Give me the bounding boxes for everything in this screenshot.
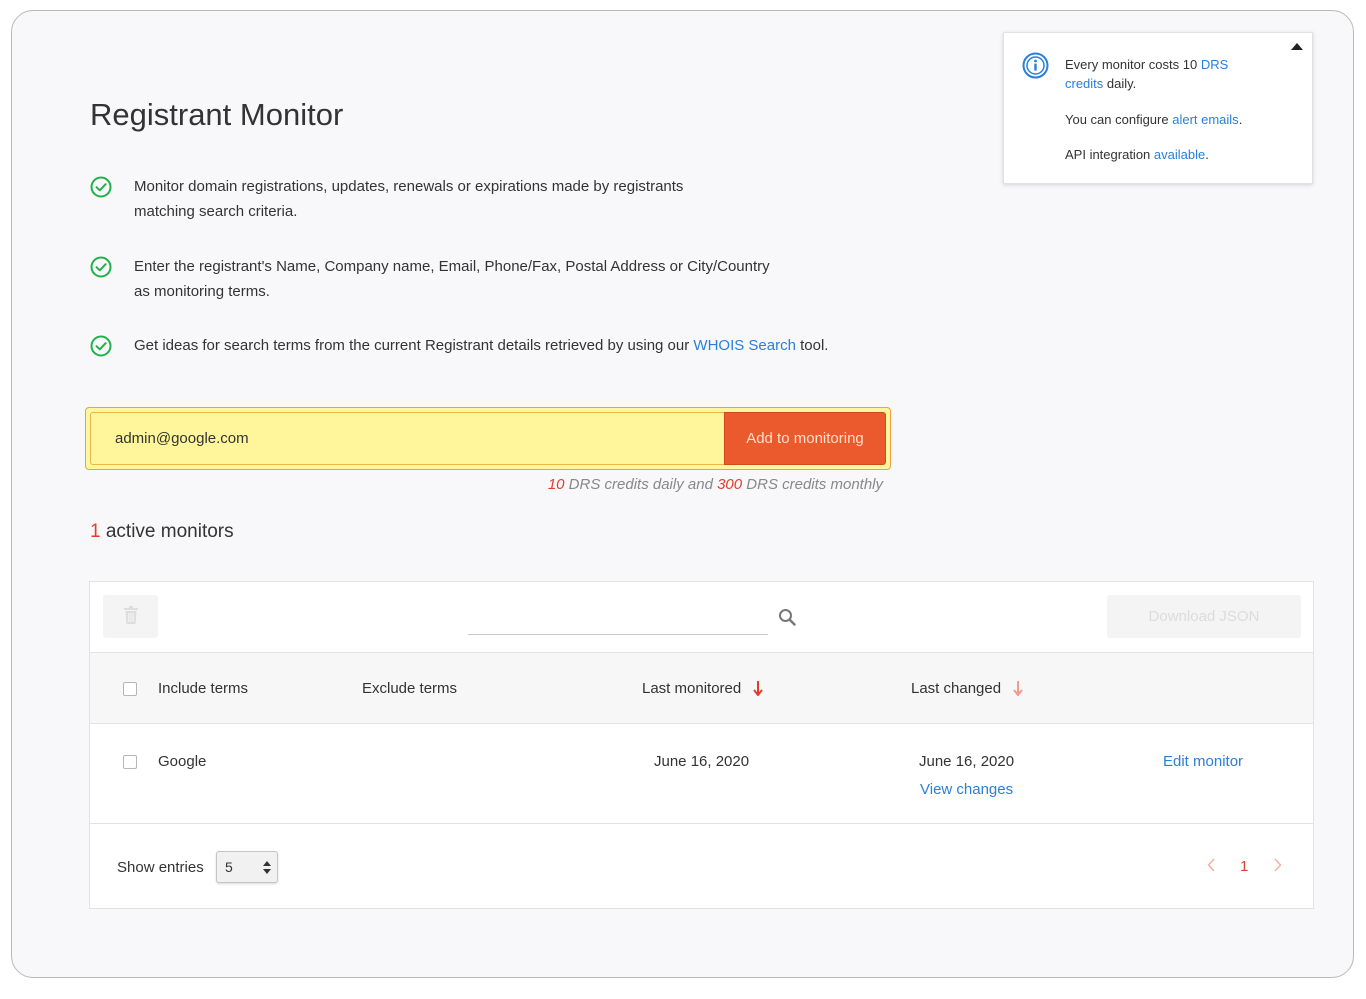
feature-item: Monitor domain registrations, updates, r… bbox=[90, 176, 683, 224]
credits-monthly-text: DRS credits monthly bbox=[742, 476, 883, 493]
row-last-changed: June 16, 2020 bbox=[919, 753, 1015, 770]
monitor-input-group: Add to monitoring bbox=[85, 407, 891, 470]
monitor-term-input[interactable] bbox=[90, 412, 724, 465]
info-alerts-text: You can configure alert emails. bbox=[1065, 110, 1265, 129]
info-cost-text: Every monitor costs 10 DRS credits daily… bbox=[1065, 55, 1265, 93]
alert-emails-link[interactable]: alert emails bbox=[1172, 112, 1238, 127]
trash-icon bbox=[123, 606, 138, 624]
api-available-link[interactable]: available bbox=[1154, 147, 1205, 162]
active-monitors-label: active monitors bbox=[100, 521, 234, 542]
table-footer: Show entries 5 1 bbox=[90, 824, 1313, 910]
active-monitors-count: 1 bbox=[90, 521, 101, 542]
pagination-page[interactable]: 1 bbox=[1240, 858, 1248, 875]
info-alerts-end: . bbox=[1238, 112, 1243, 127]
info-cost-suffix: daily. bbox=[1103, 76, 1137, 91]
sort-arrow-icon[interactable] bbox=[1013, 680, 1023, 696]
check-circle-icon bbox=[90, 335, 112, 357]
delete-button[interactable] bbox=[103, 595, 158, 638]
feature-line: Enter the registrant's Name, Company nam… bbox=[134, 258, 770, 275]
add-to-monitoring-button[interactable]: Add to monitoring bbox=[724, 412, 886, 465]
select-all-checkbox[interactable] bbox=[123, 682, 137, 696]
active-monitors-heading: 1 active monitors bbox=[90, 521, 234, 543]
app-window: Registrant Monitor Monitor domain regist… bbox=[11, 10, 1354, 978]
column-header-last-changed[interactable]: Last changed bbox=[911, 680, 1001, 697]
monitors-table-card: Download JSON Include terms Exclude term… bbox=[89, 581, 1314, 909]
info-icon bbox=[1022, 52, 1049, 79]
feature-line: Monitor domain registrations, updates, r… bbox=[134, 178, 684, 195]
feature-text: Monitor domain registrations, updates, r… bbox=[134, 174, 683, 224]
credits-note: 10 DRS credits daily and 300 DRS credits… bbox=[548, 476, 883, 493]
info-api-text: API integration available. bbox=[1065, 145, 1265, 164]
info-cost-prefix: Every monitor costs 10 bbox=[1065, 57, 1201, 72]
info-api-end: . bbox=[1205, 147, 1209, 162]
feature-item: Enter the registrant's Name, Company nam… bbox=[90, 256, 770, 304]
show-entries-label: Show entries bbox=[117, 859, 204, 876]
feature-line: matching search criteria. bbox=[134, 203, 298, 220]
drs-credits-link[interactable]: DRS bbox=[1201, 57, 1228, 72]
table-search-input[interactable] bbox=[468, 602, 768, 635]
chevron-left-icon[interactable] bbox=[1207, 858, 1215, 872]
feature-line: as monitoring terms. bbox=[134, 283, 270, 300]
column-header-last-monitored[interactable]: Last monitored bbox=[642, 680, 741, 697]
column-header-exclude: Exclude terms bbox=[362, 680, 458, 697]
sort-arrow-icon[interactable] bbox=[753, 680, 763, 696]
feature-text: Enter the registrant's Name, Company nam… bbox=[134, 254, 770, 304]
table-row: Google June 16, 2020 June 16, 2020 View … bbox=[90, 724, 1313, 824]
whois-search-link[interactable]: WHOIS Search bbox=[693, 337, 796, 354]
entries-select-value: 5 bbox=[225, 859, 233, 875]
check-circle-icon bbox=[90, 176, 112, 198]
download-json-button[interactable]: Download JSON bbox=[1107, 595, 1301, 638]
collapse-up-icon[interactable] bbox=[1291, 42, 1303, 50]
info-api-prefix: API integration bbox=[1065, 147, 1154, 162]
edit-monitor-link[interactable]: Edit monitor bbox=[1163, 753, 1243, 770]
credits-daily-value: 10 bbox=[547, 476, 565, 493]
column-header-include: Include terms bbox=[158, 680, 249, 697]
drs-credits-link[interactable]: credits bbox=[1065, 76, 1103, 91]
row-last-monitored: June 16, 2020 bbox=[654, 753, 750, 770]
info-panel: Every monitor costs 10 DRS credits daily… bbox=[1003, 32, 1313, 184]
page-title: Registrant Monitor bbox=[90, 97, 344, 132]
feature-item: Get ideas for search terms from the curr… bbox=[90, 335, 828, 358]
chevron-right-icon[interactable] bbox=[1274, 858, 1282, 872]
feature-text: Get ideas for search terms from the curr… bbox=[134, 333, 828, 358]
view-changes-link[interactable]: View changes bbox=[920, 781, 1013, 798]
select-arrows-icon bbox=[263, 861, 271, 874]
check-circle-icon bbox=[90, 256, 112, 278]
search-icon[interactable] bbox=[778, 608, 796, 626]
info-alerts-prefix: You can configure bbox=[1065, 112, 1173, 127]
feature-text-after: tool. bbox=[795, 337, 829, 354]
feature-text-before: Get ideas for search terms from the curr… bbox=[134, 337, 694, 354]
row-include-terms: Google bbox=[158, 753, 207, 770]
row-checkbox[interactable] bbox=[123, 755, 137, 769]
credits-daily-text: DRS credits daily and bbox=[564, 476, 718, 493]
table-toolbar: Download JSON bbox=[90, 582, 1313, 652]
credits-monthly-value: 300 bbox=[717, 476, 743, 493]
entries-select[interactable]: 5 bbox=[216, 851, 278, 883]
table-header-row: Include terms Exclude terms Last monitor… bbox=[90, 652, 1313, 724]
